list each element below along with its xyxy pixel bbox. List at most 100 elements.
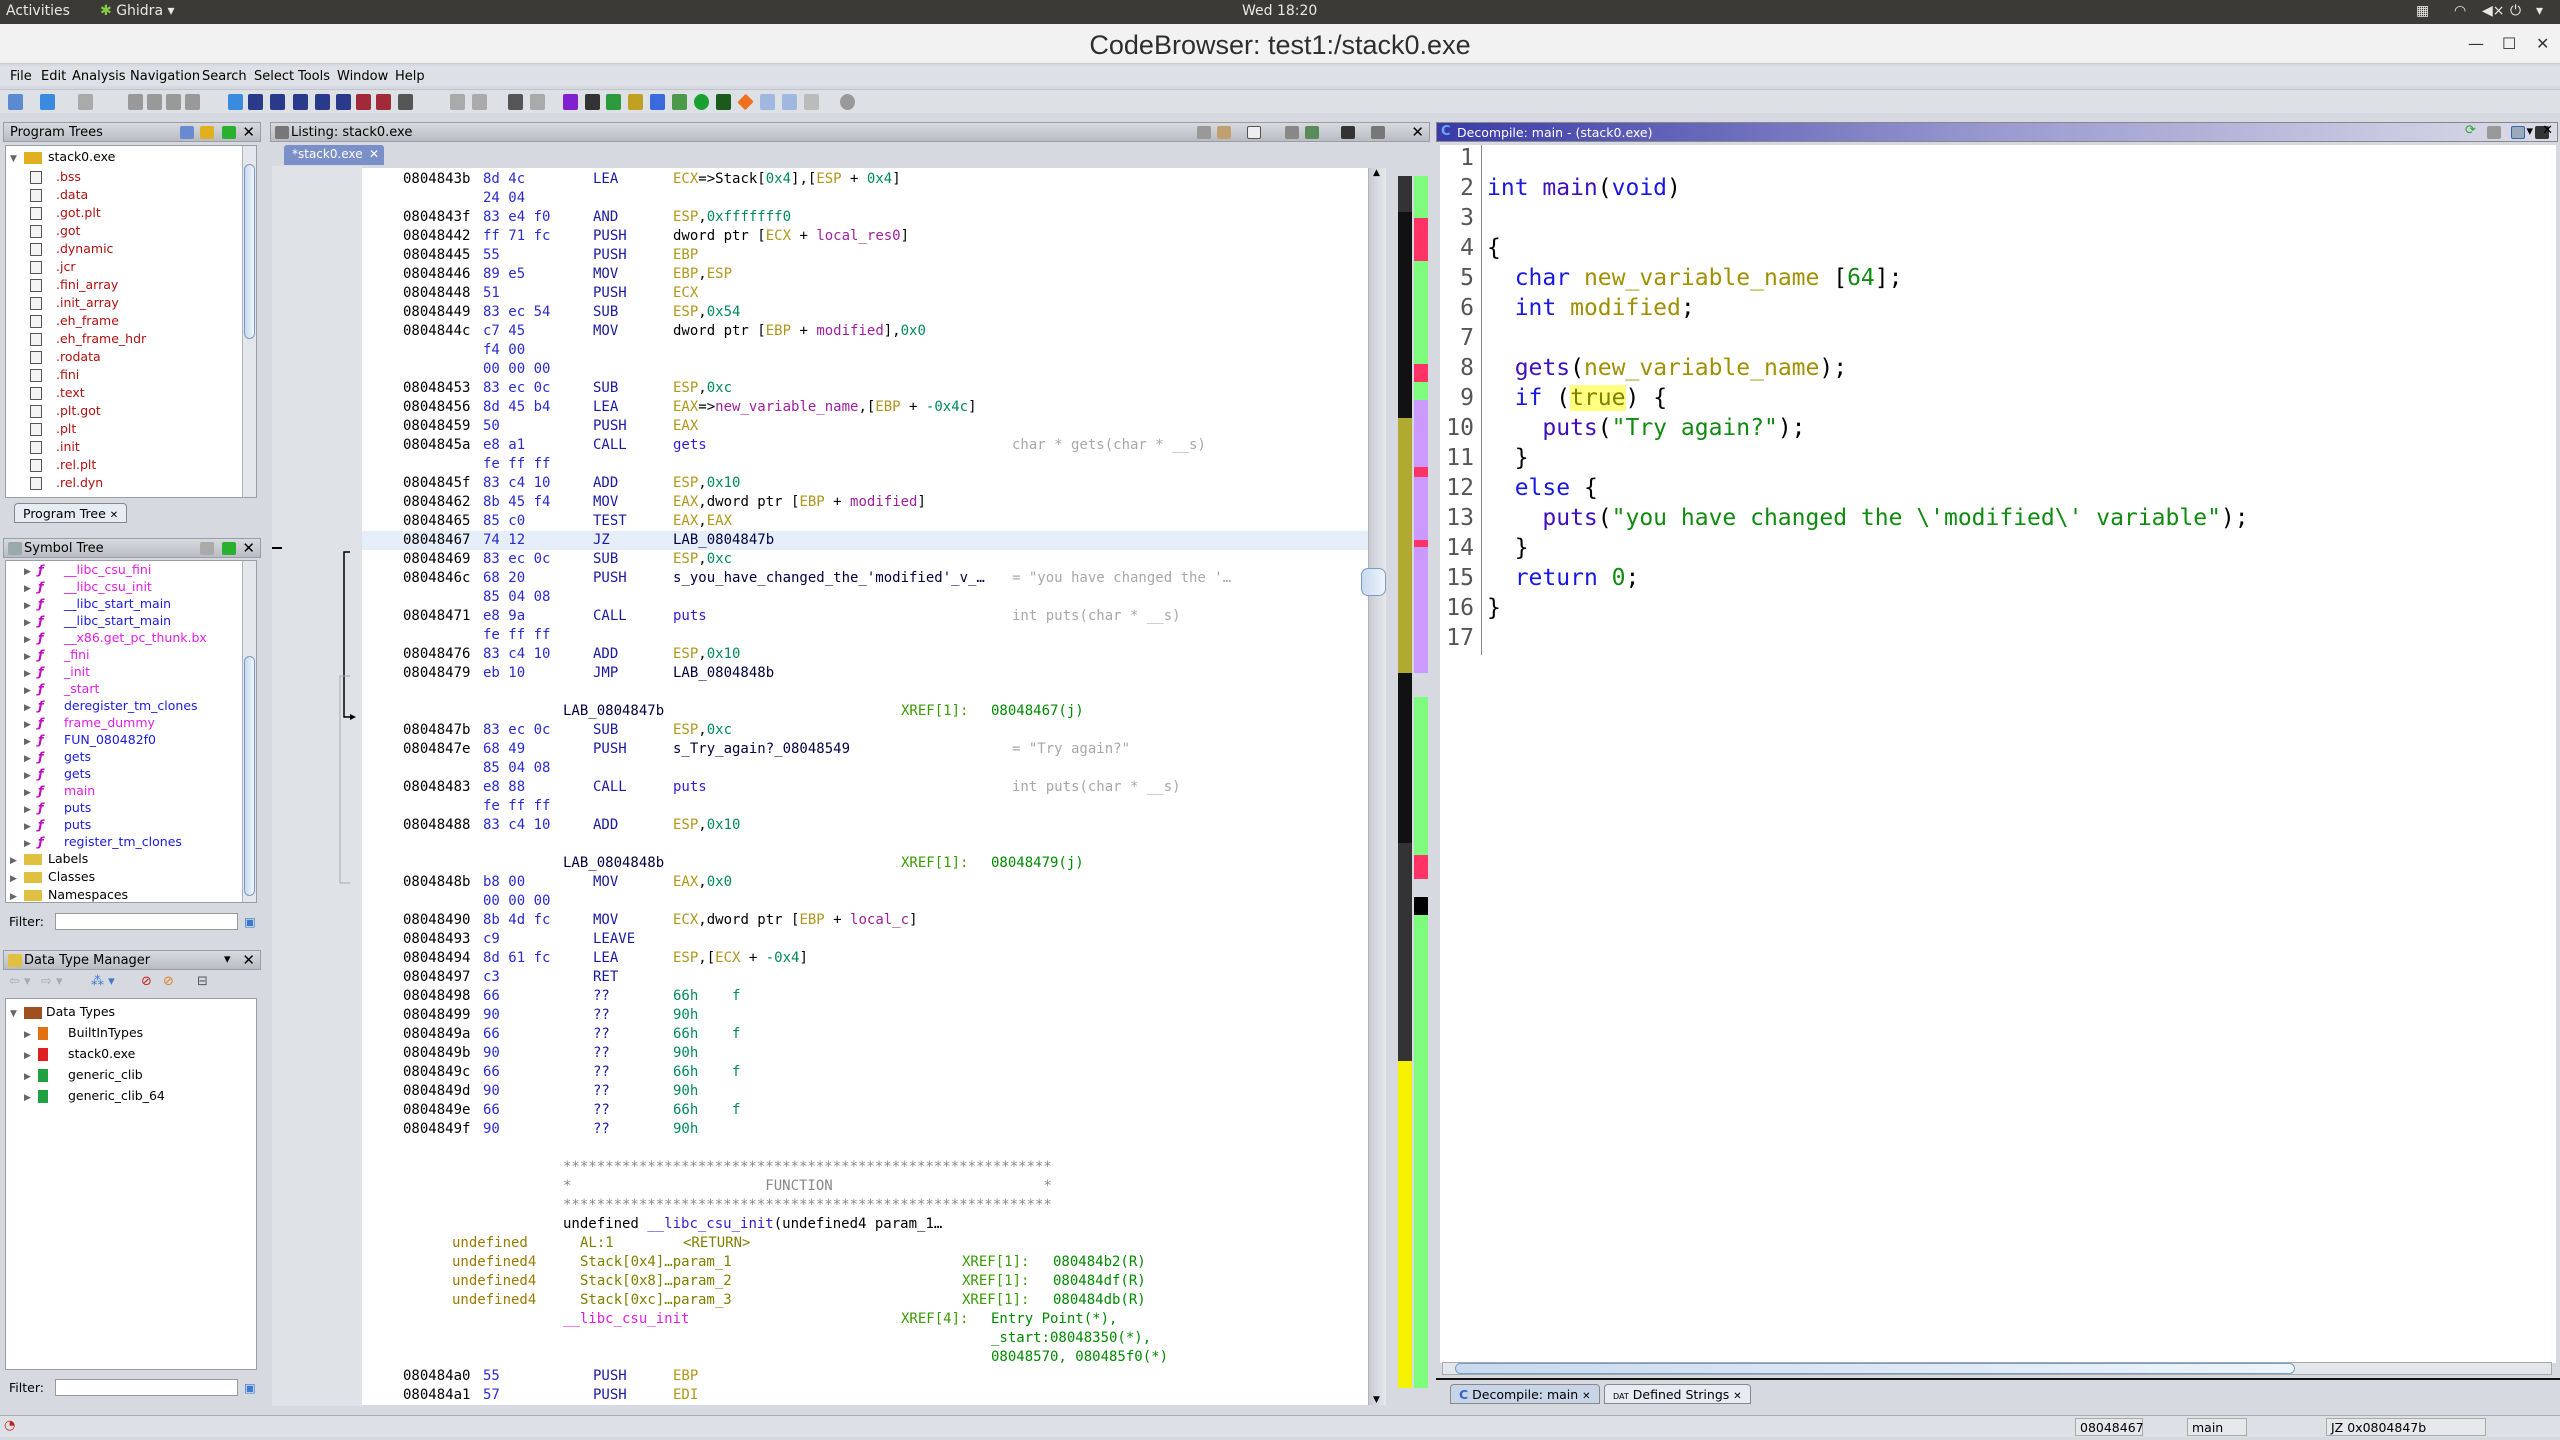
listing-row[interactable]: 08048459 50 PUSH EAX	[362, 417, 1368, 436]
symbol-folder[interactable]: ▶ Labels	[10, 850, 88, 867]
symbol-item[interactable]: ▶ ƒ puts	[24, 816, 91, 833]
menu-select[interactable]: Select	[254, 69, 294, 84]
operand-token[interactable]: local_res0	[816, 228, 900, 244]
listing-row[interactable]: undefined __libc_csu_init(undefined4 par…	[362, 1215, 1368, 1234]
listing-row[interactable]: 0804845a e8 a1 CALL gets char * gets(char * …	[362, 436, 1368, 455]
menu-help[interactable]: Help	[395, 69, 425, 84]
tree-item[interactable]: .jcr	[30, 258, 75, 275]
forward-icon[interactable]	[78, 94, 93, 110]
data-type-archive[interactable]: ▶ generic_clib	[24, 1066, 143, 1083]
listing-row[interactable]: 08048493 c9 LEAVE	[362, 930, 1368, 949]
listing-row[interactable]: 08048448 51 PUSH ECX	[362, 284, 1368, 303]
next-non-function-icon[interactable]	[356, 94, 371, 110]
listing-row[interactable]: LAB_0804848b XREF[1]: 08048479(j)	[362, 854, 1368, 873]
listing-row[interactable]: 08048462 8b 45 f4 MOV EAX,dword ptr [EBP + …	[362, 493, 1368, 512]
overview-segment[interactable]	[1414, 260, 1428, 364]
back-icon[interactable]: ⇦ ▾	[9, 974, 31, 989]
overview-segment[interactable]	[1398, 176, 1412, 213]
data-type-archive[interactable]: ▶ BuiltInTypes	[24, 1024, 143, 1041]
expand-arrow-icon[interactable]: ▶	[24, 1069, 38, 1086]
tree-item[interactable]: .plt	[30, 420, 76, 437]
nav-next2-icon[interactable]	[185, 94, 200, 110]
overview-segment[interactable]	[1414, 218, 1428, 261]
menu-edit[interactable]: Edit	[41, 69, 66, 84]
symbol-item[interactable]: ▶ ƒ _start	[24, 680, 99, 697]
symbol-item[interactable]: ▶ ƒ _init	[24, 663, 90, 680]
code-line[interactable]: 6 int modified;	[1440, 293, 2556, 323]
overview-segment[interactable]	[1398, 842, 1412, 1061]
next-undefined-icon[interactable]	[293, 94, 308, 110]
close-icon[interactable]: ✕	[1411, 123, 1424, 141]
close-icon[interactable]: ✕	[369, 147, 379, 161]
tree-item[interactable]: .data	[30, 186, 88, 203]
overview-segment[interactable]	[1414, 382, 1428, 401]
next-bookmark-icon[interactable]	[398, 94, 413, 110]
bytes-view-icon[interactable]	[585, 94, 600, 110]
filter-arrays-icon[interactable]: ⊘	[141, 974, 152, 989]
next-address-icon[interactable]	[228, 94, 243, 110]
tab-program-tree[interactable]: Program Tree ✕	[14, 503, 128, 523]
scroll-thumb[interactable]	[1361, 568, 1386, 596]
listing-row[interactable]: 080484a0 55 PUSH EBP	[362, 1367, 1368, 1386]
symbol-item[interactable]: ▶ ƒ FUN_080482f0	[24, 731, 156, 748]
entropy-overview-bar[interactable]	[1398, 176, 1412, 1388]
app-menu-ghidra[interactable]: ✱ Ghidra ▾	[100, 3, 175, 19]
symbol-item[interactable]: ▶ ƒ gets	[24, 765, 91, 782]
operand-token[interactable]: LAB_0804847b	[673, 532, 774, 548]
listing-row[interactable]: 0804843f 83 e4 f0 AND ESP,0xfffffff0	[362, 208, 1368, 227]
listing-row[interactable]: * FUNCTION *	[362, 1177, 1368, 1196]
listing-row[interactable]: 08048445 55 PUSH EBP	[362, 246, 1368, 265]
undo-icon[interactable]	[508, 94, 523, 110]
import-icon[interactable]	[222, 542, 236, 555]
paste-icon[interactable]	[1217, 126, 1231, 139]
tree-item[interactable]: .eh_frame	[30, 312, 119, 329]
refresh-icon[interactable]: ⟳	[2465, 123, 2476, 138]
code-line[interactable]: 4{	[1440, 233, 2556, 263]
close-icon[interactable]: ✕	[110, 510, 118, 521]
back-icon[interactable]	[40, 94, 55, 110]
close-icon[interactable]: ✕	[242, 123, 255, 141]
listing-row[interactable]: 00 00 00	[362, 892, 1368, 911]
decompile-icon[interactable]	[650, 94, 665, 110]
apply-icon[interactable]	[472, 94, 487, 110]
tree-item[interactable]: .fini_array	[30, 276, 118, 293]
clear-icon[interactable]	[450, 94, 465, 110]
tree-item[interactable]: .fini	[30, 366, 79, 383]
overview-segment[interactable]	[1414, 697, 1428, 855]
listing-row[interactable]: 0804845f 83 c4 10 ADD ESP,0x10	[362, 474, 1368, 493]
clock[interactable]: Wed 18:20	[1242, 3, 1317, 19]
tab-stack0-exe[interactable]: *stack0.exe ✕	[284, 145, 384, 165]
symbol-item[interactable]: ▶ ƒ __libc_csu_init	[24, 578, 152, 595]
table-icon[interactable]	[760, 94, 775, 110]
code-token[interactable]: modified	[1570, 295, 1681, 321]
symbol-item[interactable]: ▶ ƒ frame_dummy	[24, 714, 155, 731]
expand-arrow-icon[interactable]: ▶	[24, 1048, 38, 1065]
code-line[interactable]: 10 puts("Try again?");	[1440, 413, 2556, 443]
import-tree-icon[interactable]	[222, 126, 236, 139]
code-token[interactable]: new_variable_name	[1584, 265, 1833, 291]
memory-map-icon[interactable]	[716, 94, 731, 110]
menu-tools[interactable]: Tools	[298, 69, 330, 84]
scroll-up-icon[interactable]: ▲	[1373, 168, 1380, 178]
next-function-icon[interactable]	[336, 94, 351, 110]
layout-icon[interactable]: ▦	[2416, 3, 2429, 19]
listing-row[interactable]: 08048570, 080485f0(*)	[362, 1348, 1368, 1367]
edit-icon[interactable]	[200, 542, 214, 555]
listing-row[interactable]: 08048479 eb 10 JMP LAB_0804848b	[362, 664, 1368, 683]
menu-analysis[interactable]: Analysis	[72, 69, 126, 84]
listing-row[interactable]: 08048498 66?? 66h f	[362, 987, 1368, 1006]
nav-prev-icon[interactable]	[128, 94, 143, 110]
listing-row[interactable]: 08048471 e8 9a CALL puts int puts(char * __s…	[362, 607, 1368, 626]
display-options-icon[interactable]	[1371, 126, 1385, 139]
debug-icon[interactable]	[840, 94, 855, 110]
archive-icon[interactable]: ⁂ ▾	[91, 974, 115, 989]
symbol-icon[interactable]	[737, 93, 754, 111]
close-icon[interactable]: ✕	[242, 951, 255, 969]
listing-row[interactable]: 08048446 89 e5 MOV EBP,ESP	[362, 265, 1368, 284]
filter-options-icon[interactable]: ▣	[244, 1380, 256, 1395]
code-line[interactable]: 17	[1440, 623, 2556, 653]
overview-segment[interactable]	[1398, 1060, 1412, 1388]
symbol-item[interactable]: ▶ ƒ puts	[24, 799, 91, 816]
listing-row[interactable]: ****************************************…	[362, 1158, 1368, 1177]
tree-item[interactable]: .eh_frame_hdr	[30, 330, 146, 347]
